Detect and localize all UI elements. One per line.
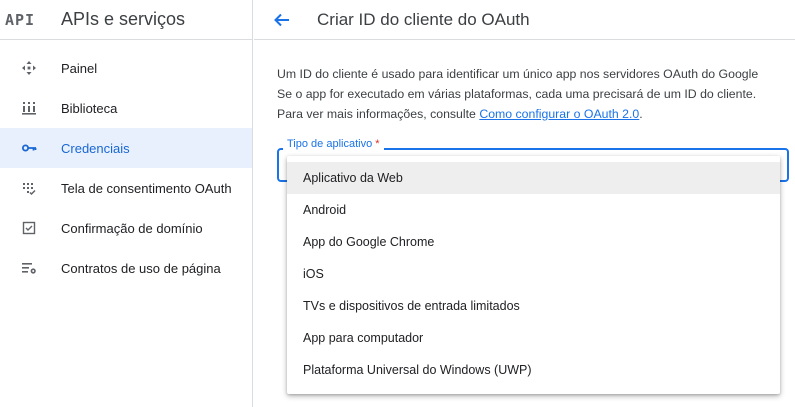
- description-prefix: Para ver mais informações, consulte: [277, 107, 480, 121]
- arrow-back-icon: [274, 13, 289, 26]
- key-icon: [21, 140, 37, 156]
- sidebar-item-biblioteca[interactable]: Biblioteca: [0, 88, 252, 128]
- sidebar-item-label: Tela de consentimento OAuth: [61, 180, 232, 196]
- page-title: Criar ID do cliente do OAuth: [317, 9, 530, 29]
- option-uwp[interactable]: Plataforma Universal do Windows (UWP): [287, 354, 780, 386]
- page-header: Criar ID do cliente do OAuth: [254, 0, 795, 40]
- description-line-3: Para ver mais informações, consulte Como…: [277, 104, 792, 124]
- sidebar-item-label: Biblioteca: [61, 100, 118, 116]
- option-app-computador[interactable]: App para computador: [287, 322, 780, 354]
- domain-verification-icon: [21, 220, 37, 236]
- option-ios[interactable]: iOS: [287, 258, 780, 290]
- description-suffix: .: [639, 107, 643, 121]
- sidebar: API APIs e serviços Painel Biblioteca Cr…: [0, 0, 253, 407]
- description-line-1: Um ID do cliente é usado para identifica…: [277, 67, 759, 81]
- sidebar-item-label: Painel: [61, 60, 98, 76]
- sidebar-title: APIs e serviços: [61, 9, 186, 29]
- sidebar-nav: Painel Biblioteca Credenciais Tela de co…: [0, 48, 252, 288]
- sidebar-item-confirmacao-dominio[interactable]: Confirmação de domínio: [0, 208, 252, 248]
- oauth-config-link[interactable]: Como configurar o OAuth 2.0: [479, 107, 639, 121]
- back-button[interactable]: [270, 8, 294, 32]
- sidebar-header: API APIs e serviços: [0, 0, 252, 40]
- app-type-label-text: Tipo de aplicativo: [287, 138, 373, 150]
- sidebar-item-painel[interactable]: Painel: [0, 48, 252, 88]
- sidebar-item-credenciais[interactable]: Credenciais: [0, 128, 252, 168]
- sidebar-item-label: Credenciais: [61, 140, 130, 156]
- sidebar-item-label: Confirmação de domínio: [61, 220, 203, 236]
- option-google-chrome[interactable]: App do Google Chrome: [287, 226, 780, 258]
- consent-screen-icon: [21, 180, 37, 196]
- app-type-dropdown: Aplicativo da Web Android App do Google …: [287, 156, 780, 394]
- sidebar-item-contratos-uso[interactable]: Contratos de uso de página: [0, 248, 252, 288]
- description: Um ID do cliente é usado para identifica…: [277, 64, 792, 124]
- app-type-label: Tipo de aplicativo *: [283, 138, 384, 150]
- sidebar-item-label: Contratos de uso de página: [61, 260, 221, 276]
- library-icon: [21, 100, 37, 116]
- sidebar-item-tela-consentimento[interactable]: Tela de consentimento OAuth: [0, 168, 252, 208]
- page-usage-agreements-icon: [21, 260, 37, 276]
- option-android[interactable]: Android: [287, 194, 780, 226]
- required-marker: *: [375, 138, 380, 150]
- option-aplicativo-web[interactable]: Aplicativo da Web: [287, 162, 780, 194]
- option-tvs-dispositivos[interactable]: TVs e dispositivos de entrada limitados: [287, 290, 780, 322]
- dashboard-icon: [21, 60, 37, 76]
- description-line-2: Se o app for executado em várias platafo…: [277, 87, 757, 101]
- api-logo: API: [5, 10, 36, 29]
